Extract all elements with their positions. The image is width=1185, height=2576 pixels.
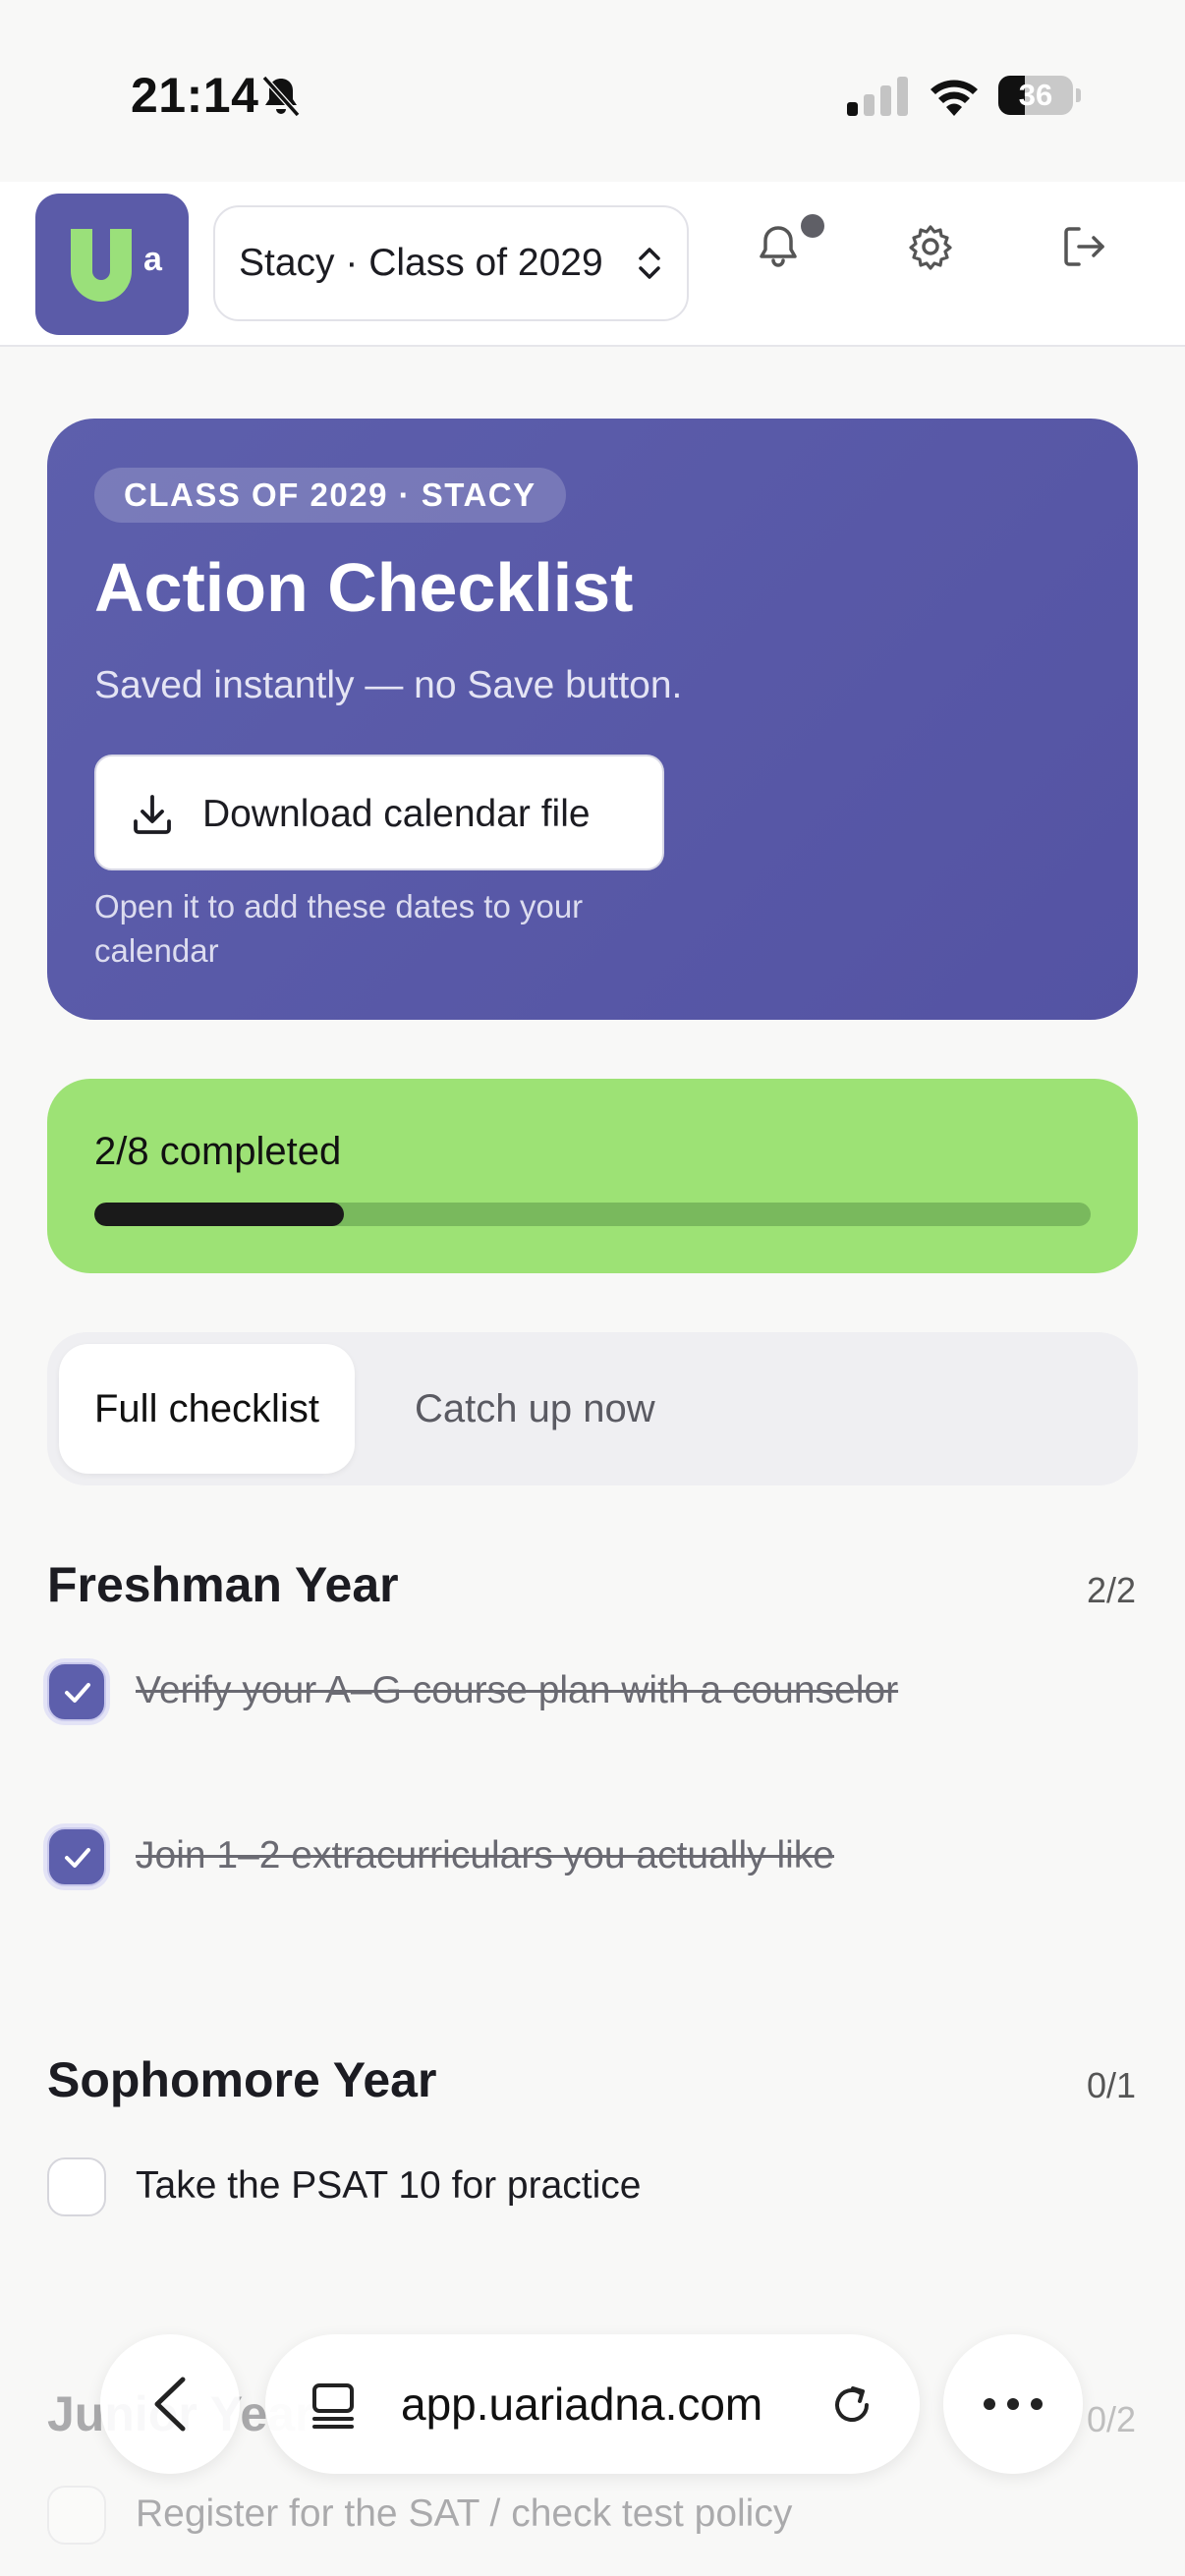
tab-full-checklist[interactable]: Full checklist bbox=[59, 1344, 355, 1474]
battery-percent: 36 bbox=[1018, 78, 1053, 112]
class-badge: CLASS OF 2029 · STACY bbox=[94, 468, 566, 523]
hero-subtitle: Saved instantly — no Save button. bbox=[94, 664, 683, 706]
checklist-item-label: Register for the SAT / check test policy bbox=[136, 2492, 793, 2535]
page-title: Action Checklist bbox=[94, 549, 634, 626]
checklist-item-label: Verify your A–G course plan with a couns… bbox=[136, 1669, 899, 1711]
progress-card: 2/8 completed bbox=[47, 1079, 1138, 1273]
checklist-item[interactable]: Take the PSAT 10 for practice bbox=[47, 2152, 1138, 2220]
download-icon bbox=[134, 795, 171, 834]
browser-more-button[interactable] bbox=[943, 2334, 1083, 2474]
cellular-signal-icon bbox=[847, 77, 908, 116]
notifications-bell-icon[interactable] bbox=[751, 219, 806, 274]
progress-track bbox=[94, 1203, 1091, 1226]
app-logo[interactable]: a bbox=[35, 194, 189, 335]
checkbox-unchecked[interactable] bbox=[47, 2157, 106, 2216]
checklist-item[interactable]: Register for the SAT / check test policy bbox=[47, 2480, 1138, 2548]
download-calendar-label: Download calendar file bbox=[202, 793, 591, 835]
checklist-tabs: Full checklist Catch up now bbox=[47, 1332, 1138, 1485]
app-header: a Stacy · Class of 2029 bbox=[0, 182, 1185, 347]
battery-icon: 36 bbox=[998, 76, 1081, 115]
chevron-left-icon bbox=[154, 2377, 186, 2432]
wifi-icon bbox=[931, 80, 978, 116]
browser-url: app.uariadna.com bbox=[401, 2379, 763, 2430]
section-title-sophomore: Sophomore Year bbox=[47, 2052, 437, 2107]
checkbox-checked[interactable] bbox=[47, 1662, 106, 1721]
checklist-item[interactable]: Join 1–2 extracurriculars you actually l… bbox=[47, 1821, 1138, 1890]
checkmark-icon bbox=[65, 1683, 90, 1703]
more-horizontal-icon bbox=[984, 2398, 1043, 2410]
section-count-freshman: 2/2 bbox=[1086, 1570, 1136, 1610]
section-count-junior: 0/2 bbox=[1086, 2399, 1136, 2439]
settings-gear-icon[interactable] bbox=[903, 219, 958, 274]
section-title-freshman: Freshman Year bbox=[47, 1557, 399, 1612]
progress-fill bbox=[94, 1203, 344, 1226]
notification-dot bbox=[801, 214, 824, 238]
checkbox-checked[interactable] bbox=[47, 1827, 106, 1886]
reload-icon[interactable] bbox=[827, 2380, 876, 2429]
profile-selector[interactable]: Stacy · Class of 2029 bbox=[213, 205, 689, 321]
profile-selector-value: Stacy · Class of 2029 bbox=[239, 242, 603, 284]
browser-back-button[interactable] bbox=[100, 2334, 240, 2474]
browser-url-bar[interactable]: app.uariadna.com bbox=[265, 2334, 920, 2474]
checklist-hero-card: CLASS OF 2029 · STACY Action Checklist S… bbox=[47, 419, 1138, 1020]
tab-catch-up-now[interactable]: Catch up now bbox=[379, 1344, 691, 1474]
section-count-sophomore: 0/1 bbox=[1086, 2065, 1136, 2105]
bell-slash-icon bbox=[261, 75, 301, 118]
status-time: 21:14 bbox=[131, 68, 259, 123]
checkbox-unchecked[interactable] bbox=[47, 2486, 106, 2545]
download-calendar-button[interactable]: Download calendar file bbox=[94, 755, 664, 870]
checkmark-icon bbox=[65, 1848, 90, 1868]
chevron-up-down-icon bbox=[639, 248, 660, 279]
checklist-item-label: Join 1–2 extracurriculars you actually l… bbox=[136, 1834, 834, 1876]
status-bar: 21:14 36 bbox=[0, 0, 1185, 182]
progress-label: 2/8 completed bbox=[94, 1130, 342, 1173]
calendar-note: Open it to add these dates to your calen… bbox=[94, 888, 584, 969]
checklist-item-label: Take the PSAT 10 for practice bbox=[136, 2164, 642, 2207]
page-menu-icon bbox=[312, 2383, 354, 2429]
logout-icon[interactable] bbox=[1057, 219, 1112, 274]
checklist-item[interactable]: Verify your A–G course plan with a couns… bbox=[47, 1656, 1138, 1725]
